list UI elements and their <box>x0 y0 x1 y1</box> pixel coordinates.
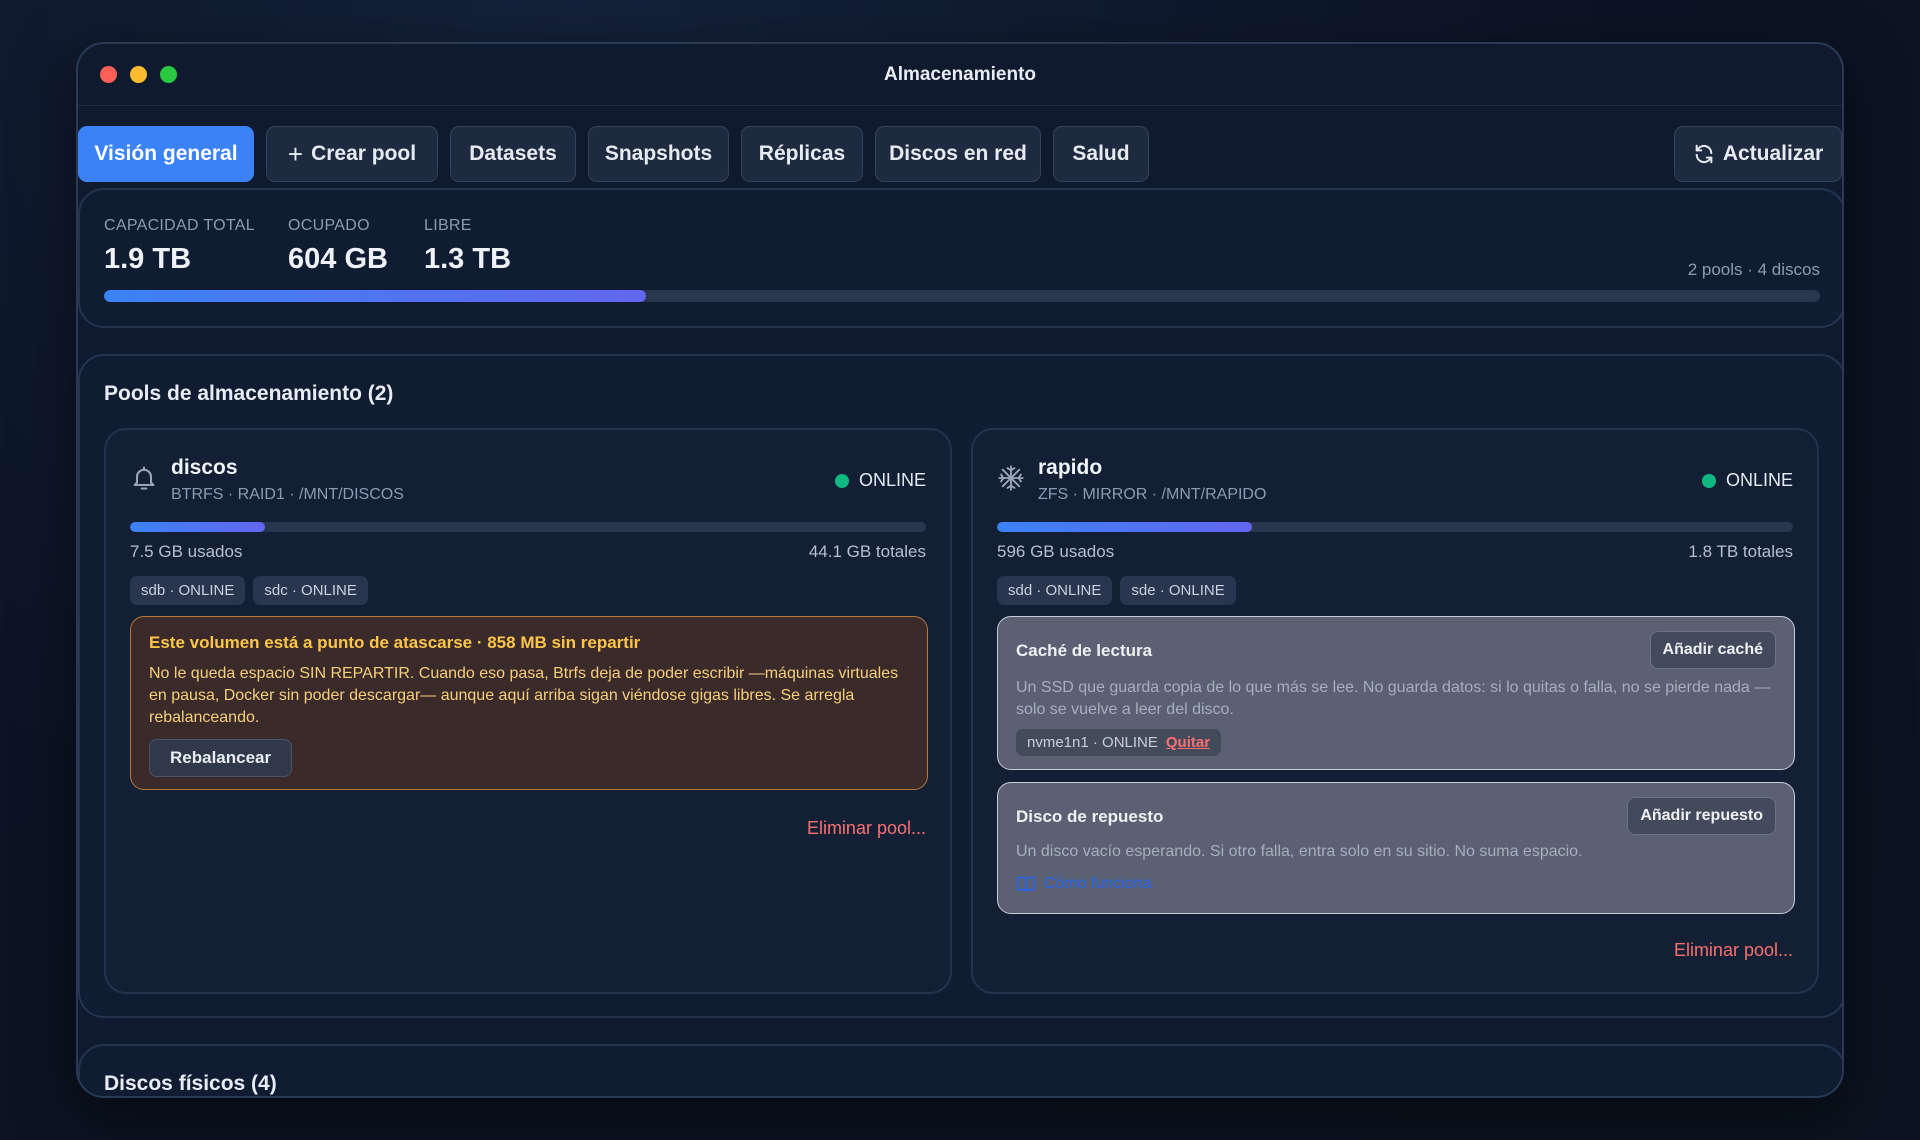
status-label: ONLINE <box>858 470 926 490</box>
tab-create-pool[interactable]: + Crear pool <box>266 126 438 182</box>
window-controls <box>100 66 177 83</box>
warning-title: Este volumen está a punto de atascarse ·… <box>149 633 641 652</box>
pools-panel: Pools de almacenamiento (2) discos BTRFS… <box>78 354 1842 1018</box>
pool-total: 44.1 GB totales <box>808 542 926 561</box>
snowflake-icon <box>998 465 1024 491</box>
pool-card-discos: discos BTRFS · RAID1 · /MNT/DISCOS ONLIN… <box>104 428 952 994</box>
pool-usage-bar <box>130 522 926 532</box>
how-it-works-label: Cómo funciona <box>1044 875 1152 892</box>
tab-replicas[interactable]: Réplicas <box>741 126 863 182</box>
disks-section-title: Discos físicos (4) <box>104 1072 277 1095</box>
bell-icon <box>133 466 155 490</box>
stat-label: CAPACIDAD TOTAL <box>104 217 255 234</box>
refresh-button[interactable]: Actualizar <box>1674 126 1842 182</box>
add-spare-button[interactable]: Añadir repuesto <box>1627 797 1776 835</box>
online-dot-icon <box>834 473 849 488</box>
cache-device-chip: nvme1n1 · ONLINE Quitar <box>1016 729 1222 756</box>
pool-usage-bar-fill <box>130 522 266 532</box>
stat-value: 1.9 TB <box>104 243 192 275</box>
tab-label: Crear pool <box>311 142 417 165</box>
minimize-window-button[interactable] <box>130 66 147 83</box>
pool-disk-summary: 2 pools · 4 discos <box>1687 260 1820 279</box>
refresh-icon <box>1695 144 1713 164</box>
plus-icon: + <box>287 139 304 169</box>
cache-device: nvme1n1 · ONLINE <box>1027 734 1158 751</box>
unallocated-warning: Este volumen está a punto de atascarse ·… <box>130 616 928 790</box>
disk-chips: sdd · ONLINE sde · ONLINE <box>997 576 1236 605</box>
pools-section-title: Pools de almacenamiento (2) <box>104 382 394 405</box>
spare-disk-card: Disco de repuesto Añadir repuesto Un dis… <box>997 782 1795 914</box>
pool-used: 596 GB usados <box>997 542 1115 561</box>
warning-text: No le queda espacio SIN REPARTIR. Cuando… <box>149 665 899 726</box>
pool-name: rapido <box>1038 456 1103 479</box>
physical-disks-panel: Discos físicos (4) <box>78 1044 1842 1096</box>
capacity-bar-fill <box>104 290 647 302</box>
disk-chip: sdd · ONLINE <box>997 576 1113 605</box>
tab-overview[interactable]: Visión general <box>78 126 254 182</box>
tab-label: Réplicas <box>758 142 846 165</box>
read-cache-text: Un SSD que guarda copia de lo que más se… <box>1016 679 1771 718</box>
stat-value: 1.3 TB <box>424 243 512 275</box>
titlebar: Almacenamiento <box>78 44 1842 106</box>
disk-chips: sdb · ONLINE sdc · ONLINE <box>130 576 368 605</box>
tab-label: Visión general <box>94 142 238 165</box>
status-badge: ONLINE <box>1701 470 1793 491</box>
pool-used: 7.5 GB usados <box>130 542 243 561</box>
tab-label: Discos en red <box>889 142 1027 165</box>
stat-label: OCUPADO <box>288 217 370 234</box>
capacity-panel: CAPACIDAD TOTAL 1.9 TB OCUPADO 604 GB LI… <box>78 188 1842 328</box>
capacity-used: OCUPADO 604 GB <box>288 217 388 276</box>
tab-datasets[interactable]: Datasets <box>450 126 576 182</box>
pool-card-rapido: rapido ZFS · MIRROR · /MNT/RAPIDO ONLINE… <box>971 428 1819 994</box>
how-it-works-link[interactable]: Cómo funciona <box>1016 875 1152 893</box>
book-icon <box>1016 876 1035 893</box>
storage-window: Almacenamiento Visión general + Crear po… <box>76 42 1844 1098</box>
tab-health[interactable]: Salud <box>1053 126 1149 182</box>
window-title: Almacenamiento <box>883 63 1037 85</box>
delete-pool-link[interactable]: Eliminar pool... <box>807 818 926 839</box>
pool-meta: ZFS · MIRROR · /MNT/RAPIDO <box>1038 486 1267 503</box>
tab-label: Salud <box>1072 142 1130 165</box>
pool-name: discos <box>171 456 238 479</box>
pool-usage-bar-fill <box>997 522 1252 532</box>
online-dot-icon <box>1701 473 1716 488</box>
rebalance-button[interactable]: Rebalancear <box>149 739 293 777</box>
remove-cache-link[interactable]: Quitar <box>1166 734 1210 751</box>
spare-disk-title: Disco de repuesto <box>1016 807 1164 826</box>
read-cache-title: Caché de lectura <box>1016 641 1153 660</box>
pool-total: 1.8 TB totales <box>1688 542 1793 561</box>
disk-chip: sde · ONLINE <box>1120 576 1236 605</box>
tab-label: Snapshots <box>604 142 713 165</box>
delete-pool-link[interactable]: Eliminar pool... <box>1674 940 1793 961</box>
stat-value: 604 GB <box>288 243 388 275</box>
add-cache-button[interactable]: Añadir caché <box>1649 631 1776 669</box>
pool-meta: BTRFS · RAID1 · /MNT/DISCOS <box>171 486 404 503</box>
spare-disk-text: Un disco vacío esperando. Si otro falla,… <box>1016 843 1583 860</box>
status-label: ONLINE <box>1725 470 1793 490</box>
capacity-free: LIBRE 1.3 TB <box>424 217 511 276</box>
stat-label: LIBRE <box>424 217 472 234</box>
tab-label: Datasets <box>469 142 557 165</box>
disk-chip: sdc · ONLINE <box>253 576 368 605</box>
refresh-label: Actualizar <box>1722 142 1824 165</box>
capacity-total: CAPACIDAD TOTAL 1.9 TB <box>104 217 255 276</box>
capacity-bar <box>104 290 1820 302</box>
read-cache-card: Caché de lectura Añadir caché Un SSD que… <box>997 616 1795 770</box>
tab-snapshots[interactable]: Snapshots <box>588 126 729 182</box>
pool-usage-bar <box>997 522 1793 532</box>
tab-network-disks[interactable]: Discos en red <box>875 126 1041 182</box>
disk-chip: sdb · ONLINE <box>130 576 246 605</box>
close-window-button[interactable] <box>100 66 117 83</box>
tab-bar: Visión general + Crear pool Datasets Sna… <box>78 106 1842 186</box>
status-badge: ONLINE <box>834 470 926 491</box>
maximize-window-button[interactable] <box>160 66 177 83</box>
